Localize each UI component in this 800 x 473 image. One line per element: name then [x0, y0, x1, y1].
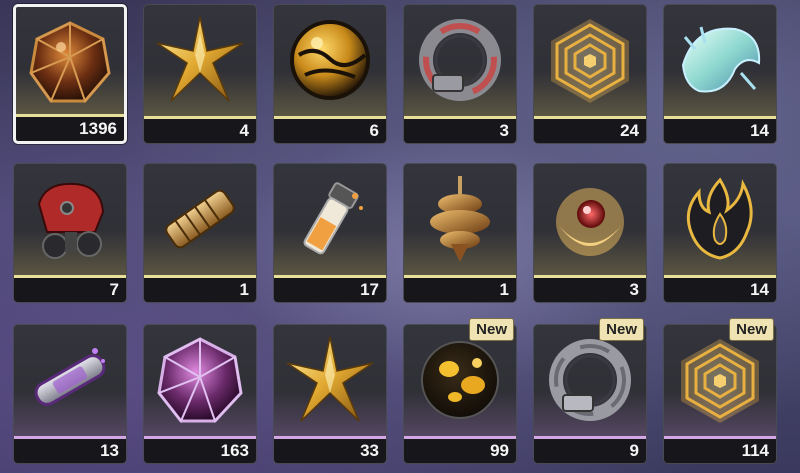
- gold-star-shard-icon: [286, 336, 374, 422]
- inventory-slot[interactable]: 1396: [13, 4, 127, 144]
- item-count: 1396: [79, 119, 117, 138]
- crystal-shell-icon: [681, 26, 761, 93]
- inventory-grid: 1396 4 6 3 24 14 7 1 17 1 3 14 13 163 33…: [13, 4, 787, 470]
- new-badge: New: [469, 318, 514, 341]
- inventory-slot[interactable]: 4: [143, 4, 257, 144]
- item-count: 14: [750, 121, 769, 140]
- item-count: 17: [360, 280, 379, 299]
- inventory-slot[interactable]: 3: [533, 163, 647, 303]
- purple-polyhedron-icon: [157, 337, 243, 423]
- red-core-orb-icon: [556, 188, 624, 256]
- inventory-slot[interactable]: 114 New: [663, 318, 777, 464]
- inventory-slot[interactable]: 6: [273, 4, 387, 144]
- brass-cylinder-icon: [165, 189, 235, 249]
- item-count: 33: [360, 441, 379, 460]
- inventory-slot[interactable]: 9 New: [533, 318, 647, 464]
- brown-polyhedron-icon: [29, 21, 111, 104]
- item-count: 13: [100, 441, 119, 460]
- inventory-slot[interactable]: 1: [143, 163, 257, 303]
- new-badge: New: [599, 318, 644, 341]
- item-count: 3: [629, 280, 639, 299]
- black-flame-icon: [686, 177, 753, 260]
- inventory-slot[interactable]: 33: [273, 324, 387, 464]
- item-count: 24: [620, 121, 639, 140]
- mechanical-ring-icon: [419, 19, 501, 101]
- item-count: 163: [220, 441, 249, 460]
- purple-capsule-icon: [34, 348, 106, 406]
- golden-spiral-medallion-icon: [551, 19, 629, 103]
- item-count: 14: [750, 280, 769, 299]
- inventory-slot[interactable]: 7: [13, 163, 127, 303]
- item-count: 1: [499, 280, 509, 299]
- item-count: 7: [109, 280, 119, 299]
- inventory-slot[interactable]: 163: [143, 324, 257, 464]
- inventory-slot[interactable]: 17: [273, 163, 387, 303]
- dark-amber-orb-icon: [421, 341, 499, 419]
- item-count: 1: [239, 280, 249, 299]
- inventory-slot[interactable]: 14: [663, 4, 777, 144]
- item-count: 114: [741, 441, 769, 460]
- inventory-slot[interactable]: 14: [663, 163, 777, 303]
- item-count: 3: [499, 121, 509, 140]
- silver-ring-icon: [549, 339, 631, 421]
- inventory-slot[interactable]: 1: [403, 163, 517, 303]
- new-badge: New: [729, 318, 774, 341]
- broken-vial-icon: [303, 182, 363, 255]
- inventory-slot[interactable]: 13: [13, 324, 127, 464]
- inventory-slot[interactable]: 3: [403, 4, 517, 144]
- item-count: 99: [490, 441, 509, 460]
- amber-orb-icon: [290, 20, 370, 100]
- item-count: 6: [369, 121, 379, 140]
- golden-spiral-medallion-icon: [681, 339, 759, 423]
- inventory-slot[interactable]: 99 New: [403, 318, 517, 464]
- item-count: 9: [629, 441, 639, 460]
- spinning-top-icon: [430, 176, 490, 262]
- red-gas-mask-icon: [37, 182, 105, 259]
- item-count: 4: [239, 121, 249, 140]
- inventory-slot[interactable]: 24: [533, 4, 647, 144]
- gold-star-shard-icon: [156, 16, 244, 102]
